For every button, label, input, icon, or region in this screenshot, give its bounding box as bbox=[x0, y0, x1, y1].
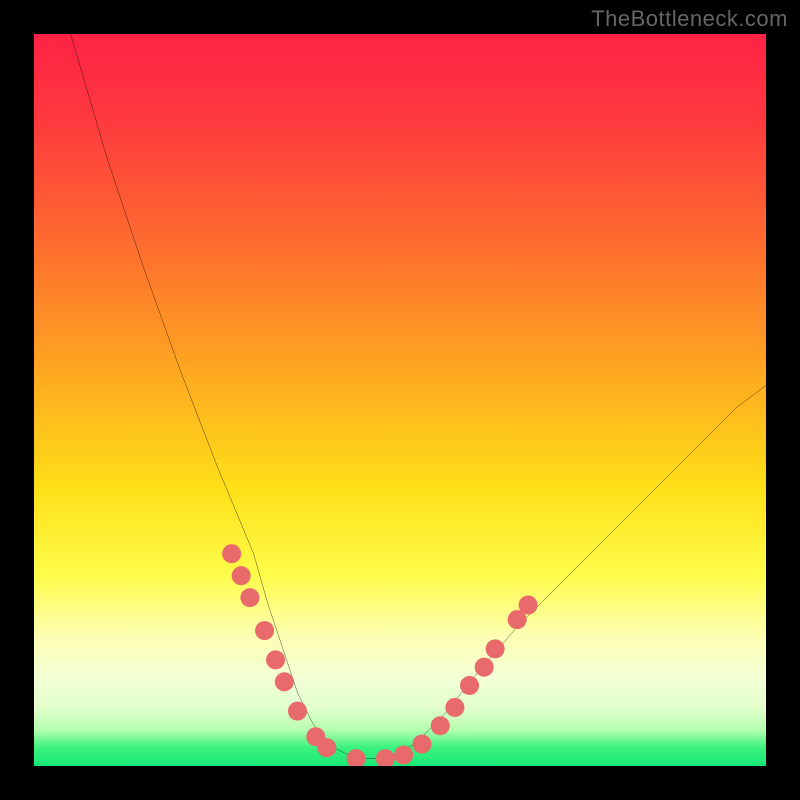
data-marker bbox=[519, 595, 538, 614]
data-marker bbox=[412, 735, 431, 754]
data-marker bbox=[266, 650, 285, 669]
watermark-text: TheBottleneck.com bbox=[591, 6, 788, 32]
markers-group bbox=[222, 544, 537, 766]
data-marker bbox=[275, 672, 294, 691]
data-marker bbox=[376, 749, 395, 766]
data-marker bbox=[445, 698, 464, 717]
data-marker bbox=[460, 676, 479, 695]
data-marker bbox=[222, 544, 241, 563]
data-marker bbox=[431, 716, 450, 735]
data-marker bbox=[317, 738, 336, 757]
data-marker bbox=[486, 639, 505, 658]
data-marker bbox=[347, 749, 366, 766]
chart-container: TheBottleneck.com bbox=[0, 0, 800, 800]
data-marker bbox=[475, 658, 494, 677]
data-marker bbox=[240, 588, 259, 607]
plot-area bbox=[34, 34, 766, 766]
data-marker bbox=[255, 621, 274, 640]
data-marker bbox=[232, 566, 251, 585]
data-marker bbox=[288, 702, 307, 721]
data-marker bbox=[394, 746, 413, 765]
bottleneck-curve bbox=[71, 34, 766, 759]
curve-svg bbox=[34, 34, 766, 766]
